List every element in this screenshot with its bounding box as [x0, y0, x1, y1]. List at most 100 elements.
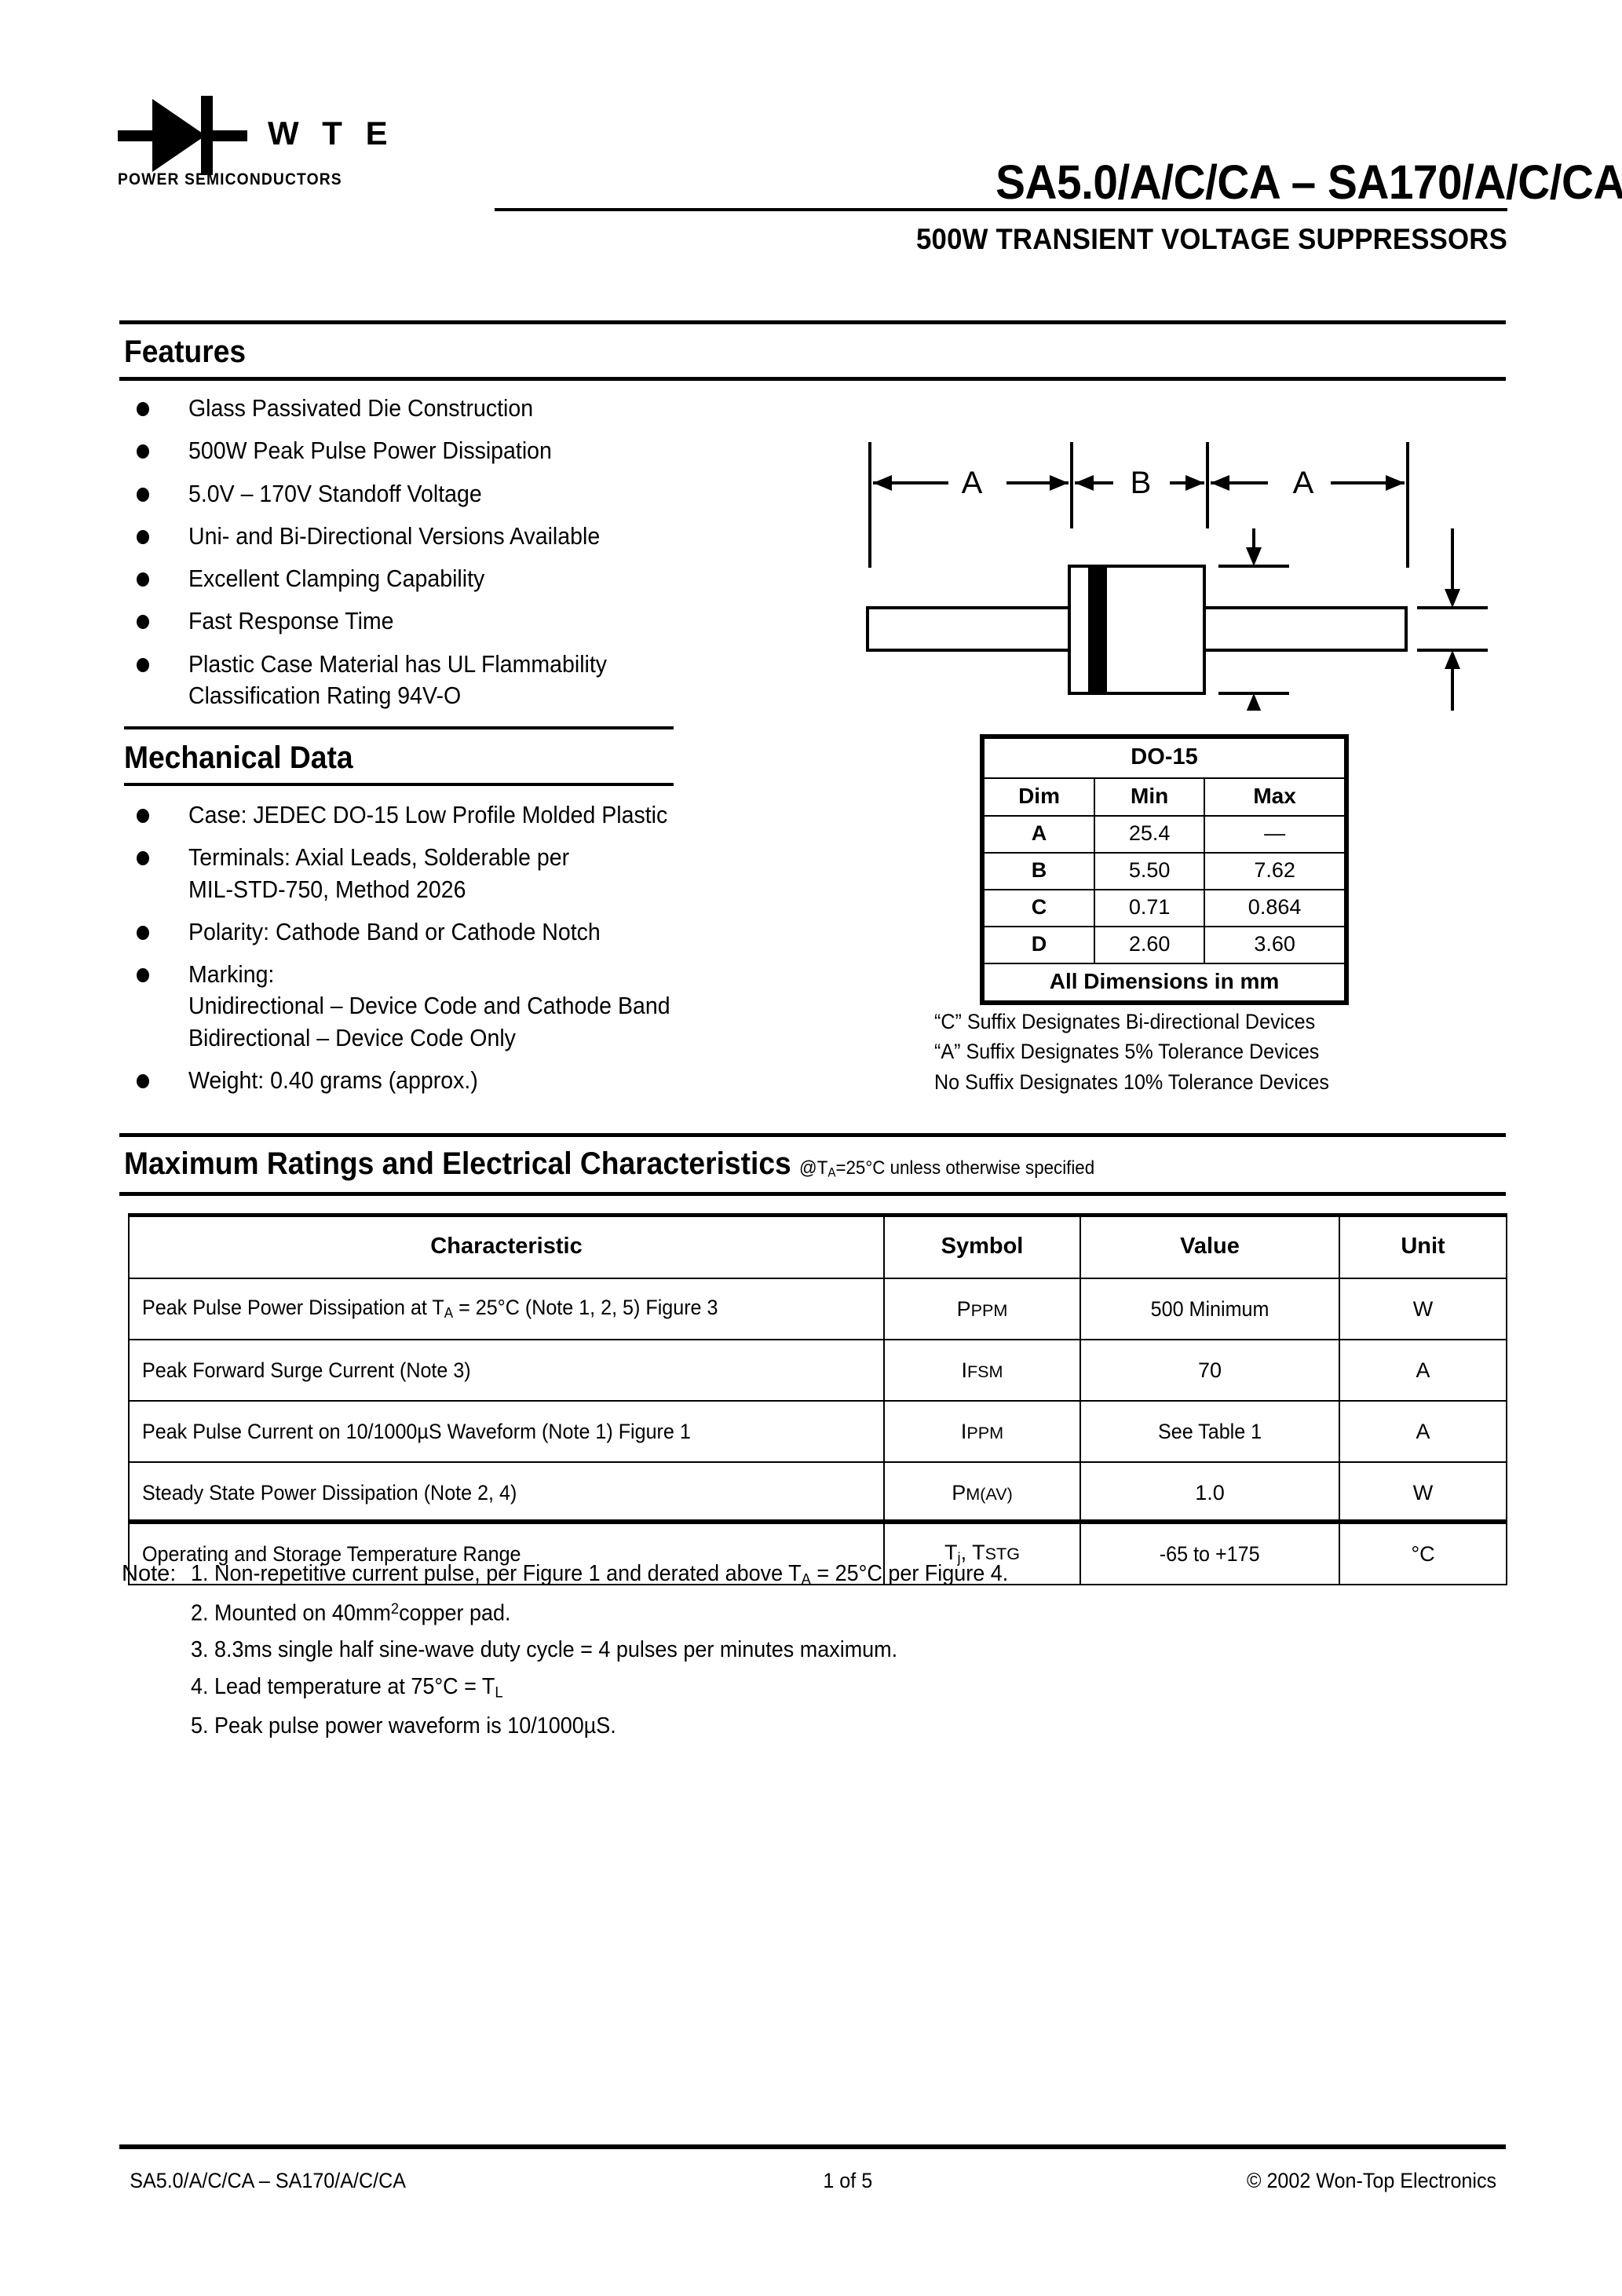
suffix-note-line: No Suffix Designates 10% Tolerance Devic… [934, 1069, 1329, 1094]
ratings-table: Characteristic Symbol Value Unit Peak Pu… [128, 1213, 1507, 1585]
dim-cell: B [982, 852, 1096, 890]
table-row: Steady State Power Dissipation (Note 2, … [128, 1461, 1507, 1524]
note-text: 3. 8.3ms single half sine-wave duty cycl… [191, 1637, 898, 1663]
unit-cell: A [1339, 1400, 1507, 1463]
feature-text: Excellent Clamping Capability [188, 565, 485, 593]
bullet-icon [137, 487, 149, 502]
list-item: Weight: 0.40 grams (approx.) [132, 1065, 838, 1096]
value-cell: See Table 1 [1080, 1400, 1340, 1463]
page-footer: SA5.0/A/C/CA – SA170/A/C/CA 1 of 5 © 200… [119, 2169, 1506, 2193]
dim-min-cell: 2.60 [1094, 926, 1206, 964]
note-row: 2. Mounted on 40mm2copper pad. [122, 1600, 1070, 1626]
feature-text: 500W Peak Pulse Power Dissipation [188, 437, 552, 465]
bullet-icon [137, 1074, 149, 1089]
col-symbol: Symbol [883, 1213, 1081, 1279]
mechanical-list: Case: JEDEC DO-15 Low Profile Molded Pla… [132, 799, 838, 1107]
mechanical-text: Marking: [188, 960, 275, 989]
features-top-rule [119, 320, 1506, 324]
bullet-icon [137, 657, 149, 672]
bullet-icon [137, 968, 149, 983]
symbol-cell: PM(AV) [883, 1461, 1081, 1524]
footer-part-number: SA5.0/A/C/CA – SA170/A/C/CA [119, 2169, 622, 2193]
dim-label-a-left: A [962, 466, 983, 500]
list-item: Polarity: Cathode Band or Cathode Notch [132, 916, 838, 948]
characteristic-cell: Steady State Power Dissipation (Note 2, … [128, 1461, 885, 1524]
dim-table-footer: All Dimensions in mm [983, 963, 1346, 1002]
list-item: 5.0V – 170V Standoff Voltage [132, 478, 823, 510]
suffix-note-line: “C” Suffix Designates Bi-directional Dev… [934, 1010, 1316, 1033]
note-row: 3. 8.3ms single half sine-wave duty cycl… [122, 1639, 1070, 1662]
bullet-icon [137, 572, 149, 587]
company-logo: W T E POWER SEMICONDUCTORS [118, 94, 455, 189]
symbol-cell: PPPM [883, 1278, 1081, 1340]
dim-max-cell: 7.62 [1204, 852, 1346, 890]
col-value: Value [1080, 1213, 1340, 1279]
mechanical-top-rule [124, 726, 674, 729]
part-number-title: SA5.0/A/C/CA – SA170/A/C/CA [995, 155, 1622, 209]
table-row: Peak Forward Surge Current (Note 3) IFSM… [128, 1339, 1507, 1402]
table-row: Peak Pulse Current on 10/1000µS Waveform… [128, 1400, 1507, 1463]
list-item: Excellent Clamping Capability [132, 563, 823, 594]
note-text: 2. Mounted on 40mm2copper pad. [191, 1600, 511, 1626]
note-row: Note: 1. Non-repetitive current pulse, p… [122, 1562, 1070, 1588]
dim-col-header: Dim [982, 777, 1096, 817]
ratings-bottom-rule [119, 1192, 1506, 1196]
footer-center-text: 1 of 5 [823, 2169, 873, 2192]
do15-package-svg: A B A [866, 442, 1488, 825]
bullet-icon [137, 529, 149, 544]
table-header-row: Characteristic Symbol Value Unit [128, 1213, 1507, 1279]
table-row: B 5.50 7.62 [982, 852, 1346, 890]
unit-cell: W [1339, 1278, 1507, 1340]
dim-min-cell: 25.4 [1094, 815, 1206, 854]
value-cell: 500 Minimum [1080, 1278, 1340, 1340]
mechanical-text: Case: JEDEC DO-15 Low Profile Molded Pla… [188, 801, 668, 828]
suffix-notes: “C” Suffix Designates Bi-directional Dev… [934, 1007, 1359, 1097]
do15-dimension-table: DO-15 Dim Min Max A 25.4 — B 5.50 7.62 C… [980, 734, 1349, 1005]
logo-wordmark: W T E [268, 114, 395, 152]
dim-col-header: Min [1094, 777, 1206, 817]
features-bottom-rule [119, 377, 1506, 381]
bullet-icon [137, 444, 149, 459]
table-row: D 2.60 3.60 [982, 926, 1346, 964]
datasheet-page: W T E POWER SEMICONDUCTORS SA5.0/A/C/CA … [0, 0, 1622, 2296]
ratings-heading-condition: @TA=25°C unless otherwise specified [799, 1157, 1095, 1180]
document-subtitle: 500W TRANSIENT VOLTAGE SUPPRESSORS [916, 223, 1507, 255]
dim-cell: C [982, 889, 1096, 927]
ratings-top-rule [119, 1133, 1506, 1137]
characteristic-cell: Peak Pulse Power Dissipation at TA = 25°… [128, 1278, 885, 1340]
dim-min-cell: 0.71 [1094, 889, 1206, 927]
dim-label-a-right: A [1293, 466, 1314, 500]
feature-text: Glass Passivated Die Construction [188, 394, 534, 422]
feature-text: Classification Rating 94V-O [188, 682, 462, 710]
dim-min-cell: 5.50 [1094, 852, 1206, 890]
unit-cell: W [1339, 1461, 1507, 1524]
table-row: Peak Pulse Power Dissipation at TA = 25°… [128, 1278, 1507, 1340]
table-row: C 0.71 0.864 [982, 889, 1346, 927]
symbol-cell: IPPM [883, 1400, 1081, 1463]
bullet-icon [137, 809, 149, 823]
dim-cell: A [982, 815, 1096, 854]
bullet-icon [137, 615, 149, 630]
note-text: 5. Peak pulse power waveform is 10/1000µ… [191, 1713, 616, 1739]
feature-text: Plastic Case Material has UL Flammabilit… [188, 649, 608, 678]
mechanical-text: Unidirectional – Device Code and Cathode… [188, 992, 670, 1020]
list-item: Glass Passivated Die Construction [132, 393, 823, 424]
suffix-note-line: “A” Suffix Designates 5% Tolerance Devic… [934, 1040, 1320, 1064]
footer-page-number: 1 of 5 [622, 2169, 1192, 2193]
dim-table-title: DO-15 [983, 737, 1346, 779]
dim-label-b: B [1131, 466, 1152, 500]
symbol-cell: IFSM [883, 1339, 1081, 1402]
value-cell: 70 [1080, 1339, 1340, 1402]
dim-max-cell: 0.864 [1204, 889, 1346, 927]
table-row: A 25.4 — [982, 815, 1346, 854]
note-row: 5. Peak pulse power waveform is 10/1000µ… [122, 1715, 1070, 1738]
list-item: Uni- and Bi-Directional Versions Availab… [132, 521, 823, 552]
notes-section: Note: 1. Non-repetitive current pulse, p… [122, 1562, 1070, 1752]
list-item: Terminals: Axial Leads, Solderable per M… [132, 842, 838, 905]
notes-spacer [122, 1602, 191, 1625]
value-cell: -65 to +175 [1080, 1523, 1340, 1585]
diode-symbol-icon [118, 96, 247, 175]
mechanical-bottom-rule [124, 783, 674, 786]
bullet-icon [137, 851, 149, 866]
package-outline-drawing: A B A [832, 436, 1531, 825]
